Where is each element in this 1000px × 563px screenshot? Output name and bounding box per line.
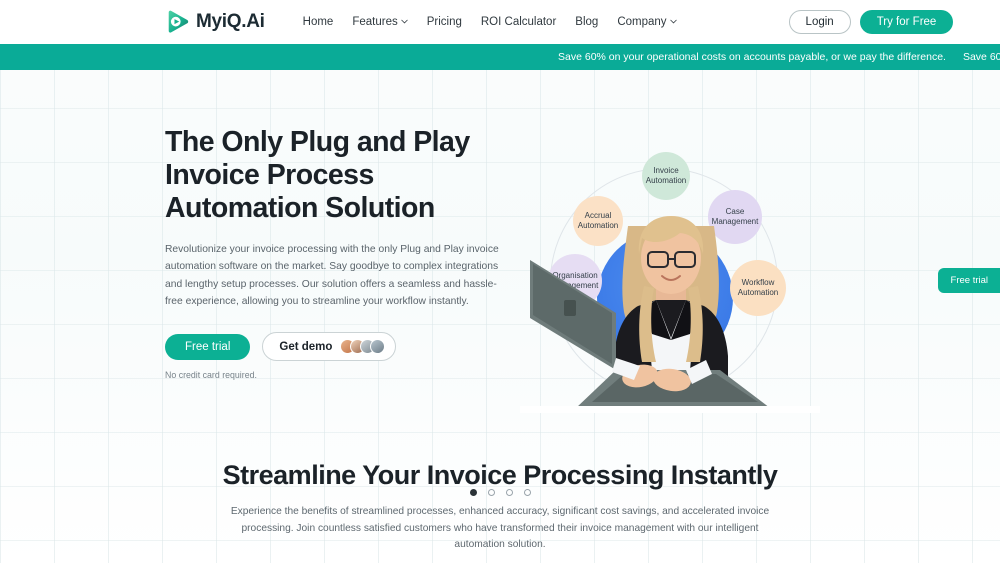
nav-item-label: Blog (575, 16, 599, 28)
login-button[interactable]: Login (788, 10, 851, 34)
hero-note: No credit card required. (165, 370, 257, 381)
hero-cta-group: Free trial Get demo (165, 332, 510, 362)
avatar-group (340, 339, 386, 355)
nav-item-pricing[interactable]: Pricing (427, 16, 462, 28)
section-subtitle: Experience the benefits of streamlined p… (230, 506, 770, 551)
bubble-accrual-automation: Accrual Automation (573, 196, 623, 246)
announcement-text: Save 60% on your operational costs on ac… (558, 51, 946, 63)
bubble-invoice-automation: Invoice Automation (642, 152, 690, 200)
hero-copy: The Only Plug and Play Invoice Process A… (165, 126, 510, 380)
nav-item-label: Company (617, 16, 667, 28)
brand-name: MyiQ.Ai (196, 11, 265, 32)
chevron-down-icon (401, 18, 408, 25)
play-triangle-logo-icon (165, 9, 191, 35)
avatar (370, 339, 386, 355)
page-root: MyiQ.Ai Home Features Pricing ROI Calcul… (0, 0, 1000, 563)
get-demo-label: Get demo (279, 340, 333, 353)
nav-item-company[interactable]: Company (617, 16, 677, 28)
nav-item-roi-calculator[interactable]: ROI Calculator (481, 16, 556, 28)
brand-logo[interactable]: MyiQ.Ai (165, 9, 265, 35)
chevron-down-icon (669, 18, 677, 25)
announcement-text-repeat: Save 60% on (962, 51, 1000, 63)
hero-photo-disc (597, 230, 733, 366)
hero-section: The Only Plug and Play Invoice Process A… (0, 70, 1000, 496)
sticky-free-trial-tab[interactable]: Free trial (937, 268, 1000, 293)
nav-item-label: Home (302, 16, 334, 28)
primary-nav: Home Features Pricing ROI Calculator Blo… (303, 16, 677, 28)
nav-item-label: Pricing (426, 16, 462, 28)
nav-item-features[interactable]: Features (352, 16, 408, 28)
free-trial-button[interactable]: Free trial (165, 333, 251, 360)
try-for-free-button[interactable]: Try for Free (859, 10, 954, 34)
bubble-organisation-management: Organisation Management (548, 254, 602, 308)
hero-title: The Only Plug and Play Invoice Process A… (165, 126, 470, 225)
nav-item-blog[interactable]: Blog (575, 16, 598, 28)
bubble-case-management: Case Management (708, 190, 762, 244)
announcement-banner[interactable]: Save 60% on your operational costs on ac… (0, 44, 1000, 70)
hero-graphic: Invoice Automation Accrual Automation Ca… (520, 152, 830, 417)
streamline-section: Streamline Your Invoice Processing Insta… (0, 460, 1000, 554)
nav-item-label: Features (352, 16, 398, 28)
nav-item-label: ROI Calculator (480, 16, 557, 28)
nav-item-home[interactable]: Home (303, 16, 334, 28)
section-title: Streamline Your Invoice Processing Insta… (222, 460, 778, 490)
get-demo-button[interactable]: Get demo (262, 332, 397, 362)
site-header: MyiQ.Ai Home Features Pricing ROI Calcul… (0, 0, 1000, 44)
hero-subtitle: Revolutionize your invoice processing wi… (165, 244, 499, 308)
announcement-marquee: Save 60% on your operational costs on ac… (0, 51, 1000, 63)
bubble-workflow-automation: Workflow Automation (730, 260, 786, 316)
header-actions: Login Try for Free (788, 10, 954, 34)
